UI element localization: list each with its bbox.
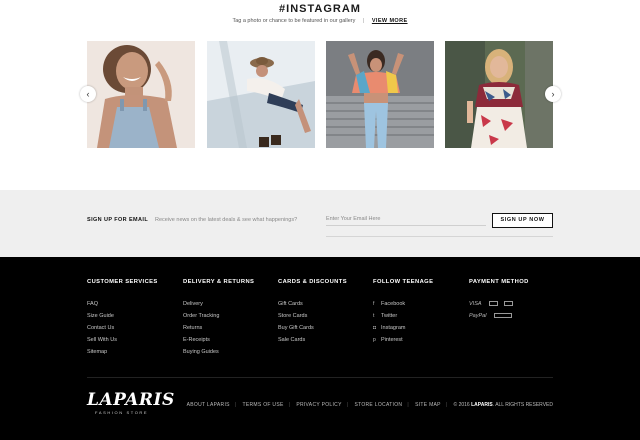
column-title: PAYMENT METHOD	[469, 279, 529, 285]
privacy-link[interactable]: PRIVACY POLICY	[296, 402, 341, 408]
facebook-label: Facebook	[381, 301, 406, 307]
instagram-icon: ◘	[373, 325, 377, 331]
pinterest-link[interactable]: p Pinterest	[373, 334, 433, 346]
instagram-photo-3[interactable]	[326, 41, 434, 148]
footer-column-follow: FOLLOW TEENAGE f Facebook t Twitter ◘ Insta…	[373, 279, 433, 346]
facebook-icon: f	[373, 301, 375, 307]
logo-subtext: FASHION STORE	[95, 410, 149, 415]
footer-link-faq[interactable]: FAQ	[87, 298, 158, 310]
instagram-subtitle: Tag a photo or chance to be featured in …	[232, 18, 356, 24]
column-title: CARDS & DISCOUNTS	[278, 279, 347, 285]
about-link[interactable]: ABOUT LAPARIS	[187, 402, 230, 408]
facebook-link[interactable]: f Facebook	[373, 298, 433, 310]
carousel-next-arrow-icon[interactable]: ›	[545, 86, 561, 102]
store-location-link[interactable]: STORE LOCATION	[354, 402, 402, 408]
footer-link-contact-us[interactable]: Contact Us	[87, 322, 158, 334]
separator: |	[362, 18, 365, 24]
laparis-logo[interactable]: LAPARIS FASHION STORE	[87, 390, 175, 415]
payment-row-2: PayPal	[469, 310, 529, 322]
footer-link-buy-gift-cards[interactable]: Buy Gift Cards	[278, 322, 347, 334]
footer-column-cards-discounts: CARDS & DISCOUNTS Gift Cards Store Cards…	[278, 279, 347, 346]
footer: CUSTOMER SERVICES FAQ Size Guide Contact…	[0, 257, 640, 440]
column-title: CUSTOMER SERVICES	[87, 279, 158, 285]
terms-link[interactable]: TERMS OF USE	[243, 402, 284, 408]
footer-bottom-links: ABOUT LAPARIS | TERMS OF USE | PRIVACY POL…	[186, 402, 553, 408]
footer-link-sell-with-us[interactable]: Sell With Us	[87, 334, 158, 346]
copyright: © 2016 LAPARIS. ALL RIGHTS RESERVED	[453, 402, 553, 408]
footer-link-e-receipts[interactable]: E-Receipts	[183, 334, 254, 346]
signup-description: Receive news on the latest deals & see w…	[155, 217, 298, 223]
site-map-link[interactable]: SITE MAP	[415, 402, 441, 408]
instagram-link[interactable]: ◘ Instagram	[373, 322, 433, 334]
view-more-link[interactable]: VIEW MORE	[372, 18, 408, 24]
instagram-photo-4[interactable]	[445, 41, 553, 148]
footer-link-returns[interactable]: Returns	[183, 322, 254, 334]
footer-link-buying-guides[interactable]: Buying Guides	[183, 346, 254, 358]
footer-link-gift-cards[interactable]: Gift Cards	[278, 298, 347, 310]
logo-text: LAPARIS	[87, 390, 175, 410]
pinterest-icon: p	[373, 337, 376, 343]
column-title: DELIVERY & RETURNS	[183, 279, 255, 285]
instagram-label: Instagram	[381, 325, 406, 331]
instagram-title: #INSTAGRAM	[279, 3, 361, 15]
email-input-underline	[326, 236, 553, 237]
instagram-subtitle-row: Tag a photo or chance to be featured in …	[0, 18, 640, 24]
card-icon	[503, 301, 513, 307]
footer-divider	[87, 377, 553, 378]
mastercard-icon	[489, 301, 499, 307]
footer-link-delivery[interactable]: Delivery	[183, 298, 254, 310]
footer-column-payment: PAYMENT METHOD VISA PayPal	[469, 279, 529, 322]
signup-label: SIGN UP FOR EMAIL	[87, 217, 149, 223]
instagram-section: #INSTAGRAM Tag a photo or chance to be f…	[0, 0, 640, 190]
footer-link-order-tracking[interactable]: Order Tracking	[183, 310, 254, 322]
twitter-label: Twitter	[381, 313, 398, 319]
twitter-link[interactable]: t Twitter	[373, 310, 433, 322]
instagram-photo-1[interactable]	[87, 41, 195, 148]
footer-column-customer-services: CUSTOMER SERVICES FAQ Size Guide Contact…	[87, 279, 158, 358]
footer-link-store-cards[interactable]: Store Cards	[278, 310, 347, 322]
paypal-icon: PayPal	[469, 313, 487, 319]
copyright-brand: LAPARIS	[471, 402, 493, 408]
visa-icon: VISA	[469, 301, 482, 307]
footer-link-sitemap[interactable]: Sitemap	[87, 346, 158, 358]
email-input[interactable]	[326, 212, 486, 226]
footer-link-sale-cards[interactable]: Sale Cards	[278, 334, 347, 346]
pinterest-label: Pinterest	[381, 337, 403, 343]
footer-column-delivery-returns: DELIVERY & RETURNS Delivery Order Tracki…	[183, 279, 254, 358]
footer-link-size-guide[interactable]: Size Guide	[87, 310, 158, 322]
payment-row-1: VISA	[469, 298, 529, 310]
carousel-prev-arrow-icon[interactable]: ‹	[80, 86, 96, 102]
column-title: FOLLOW TEENAGE	[373, 279, 434, 285]
contactless-icon	[493, 313, 512, 319]
twitter-icon: t	[373, 313, 375, 319]
instagram-photo-2[interactable]	[207, 41, 315, 148]
sign-up-button[interactable]: SIGN UP NOW	[492, 213, 553, 228]
